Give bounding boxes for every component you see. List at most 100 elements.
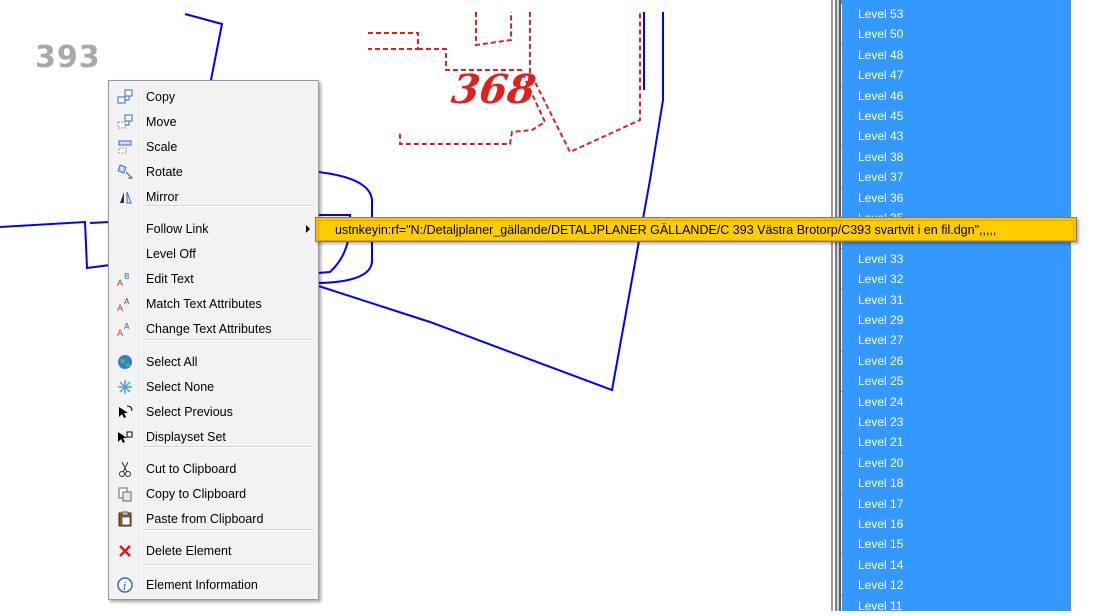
level-item[interactable]: Level 25 <box>841 371 1071 392</box>
level-item[interactable]: Level 21 <box>841 432 1071 453</box>
level-item[interactable]: Level 45 <box>841 106 1071 126</box>
level-item[interactable]: Level 20 <box>841 452 1071 473</box>
menu-item-copy-to-clipboard[interactable]: Copy to Clipboard <box>111 482 316 506</box>
menu-item-select-all[interactable]: Select All <box>111 350 316 374</box>
menu-separator <box>143 529 314 531</box>
menu-item-label: Copy to Clipboard <box>146 487 247 501</box>
menu-item-label: Follow Link <box>146 222 209 236</box>
level-item[interactable]: Level 12 <box>841 575 1071 596</box>
paste-icon <box>116 510 134 528</box>
globe-icon <box>116 353 134 371</box>
menu-item-scale[interactable]: Scale <box>111 135 316 159</box>
scissors-icon <box>116 460 134 478</box>
menu-separator <box>143 446 314 448</box>
level-list[interactable]: Level 53 Level 50 Level 48 Level 47 Level 46… <box>841 0 1071 616</box>
svg-text:A: A <box>117 279 124 288</box>
dashed-boundary <box>368 32 419 50</box>
menu-item-edit-text[interactable]: A B Edit Text <box>111 267 316 291</box>
svg-text:A: A <box>124 322 130 331</box>
dashed-boundary <box>529 12 641 154</box>
level-item[interactable]: Level 43 <box>841 126 1071 147</box>
parcel-line <box>0 220 111 270</box>
menu-item-element-information[interactable]: i Element Information <box>111 573 316 597</box>
menu-separator <box>143 205 314 207</box>
svg-text:B: B <box>124 272 130 281</box>
menu-item-label: Copy <box>146 90 176 104</box>
menu-item-follow-link[interactable]: Follow Link <box>111 217 316 241</box>
match-text-attributes-icon: AA <box>116 295 134 314</box>
menu-item-label: Select None <box>146 380 215 394</box>
clipboard-copy-icon <box>116 485 134 503</box>
move-icon <box>116 113 134 131</box>
context-menu[interactable]: Copy Move Scale Rotate Mirror Follow Link Leve… <box>108 80 319 600</box>
follow-link-submenu[interactable]: ustnkeyin:rf="N:/Detaljplaner_gällande/D… <box>315 217 1077 242</box>
menu-item-label: Cut to Clipboard <box>146 462 237 476</box>
menu-item-move[interactable]: Move <box>111 110 316 134</box>
level-list-panel[interactable]: Level 53 Level 50 Level 48 Level 47 Level 46… <box>831 0 1071 616</box>
level-item[interactable]: Level 31 <box>841 289 1071 310</box>
level-item[interactable]: Level 37 <box>841 167 1071 188</box>
level-item[interactable]: Level 26 <box>841 350 1071 371</box>
menu-item-select-none[interactable]: Select None <box>111 375 316 399</box>
menu-item-match-text-attributes[interactable]: A A Match Text Attributes <box>111 292 316 316</box>
level-item[interactable]: Level 38 <box>841 146 1071 167</box>
menu-item-label: Delete Element <box>146 544 232 558</box>
menu-item-label: Match Text Attributes <box>146 297 262 311</box>
sparkle-icon <box>116 378 134 396</box>
level-item[interactable]: Level 24 <box>841 391 1071 412</box>
menu-item-label: Mirror <box>146 190 179 204</box>
level-item[interactable]: Level 15 <box>841 534 1071 555</box>
select-previous-icon <box>116 403 134 421</box>
svg-text:A: A <box>117 304 124 313</box>
level-item[interactable]: Level 50 <box>841 24 1071 45</box>
level-item[interactable]: Level 47 <box>841 65 1071 86</box>
level-item[interactable]: Level 46 <box>841 85 1071 106</box>
menu-item-level-off[interactable]: Level Off <box>111 242 316 266</box>
menu-item-label: Paste from Clipboard <box>146 512 264 526</box>
change-text-attributes-icon: AA <box>116 320 134 339</box>
menu-item-label: Select Previous <box>146 405 233 419</box>
edit-text-icon: AB <box>116 270 134 289</box>
level-item[interactable]: Level 33 <box>841 248 1071 269</box>
menu-item-label: Scale <box>146 140 178 154</box>
menu-item-label: Select All <box>146 355 198 369</box>
svg-text:A: A <box>124 297 130 306</box>
mirror-icon <box>116 188 134 206</box>
menu-item-delete-element[interactable]: Delete Element <box>111 539 316 563</box>
level-item[interactable]: Level 53 <box>841 4 1071 24</box>
level-item[interactable]: Level 36 <box>841 187 1071 208</box>
level-item[interactable]: Level 29 <box>841 310 1071 330</box>
menu-separator <box>143 564 314 566</box>
submenu-arrow-icon <box>306 225 310 233</box>
menu-item-copy[interactable]: Copy <box>111 85 316 109</box>
menu-item-select-previous[interactable]: Select Previous <box>111 400 316 424</box>
svg-text:i: i <box>123 580 127 593</box>
level-item[interactable]: Level 32 <box>841 269 1071 290</box>
delete-x-icon <box>116 542 134 560</box>
copy-icon <box>116 88 134 106</box>
level-item[interactable]: Level 48 <box>841 44 1071 65</box>
info-icon: i <box>116 576 134 594</box>
level-item[interactable]: Level 23 <box>841 412 1071 432</box>
menu-item-cut-to-clipboard[interactable]: Cut to Clipboard <box>111 457 316 481</box>
menu-item-label: Rotate <box>146 165 183 179</box>
menu-item-label: Change Text Attributes <box>146 322 272 336</box>
menu-item-paste-from-clipboard[interactable]: Paste from Clipboard <box>111 507 316 531</box>
panel-splitter[interactable] <box>831 0 841 611</box>
level-item[interactable]: Level 18 <box>841 473 1071 494</box>
scale-icon <box>116 138 134 156</box>
level-item[interactable]: Level 14 <box>841 554 1071 575</box>
level-item[interactable]: Level 27 <box>841 330 1071 351</box>
level-item[interactable]: Level 11 <box>841 595 1071 616</box>
plan-number-label: 368 <box>448 66 539 113</box>
menu-item-label: Displayset Set <box>146 430 226 444</box>
level-item[interactable]: Level 16 <box>841 514 1071 534</box>
menu-item-label: Edit Text <box>146 272 194 286</box>
menu-item-label: Element Information <box>146 578 258 592</box>
menu-item-rotate[interactable]: Rotate <box>111 160 316 184</box>
level-item[interactable]: Level 17 <box>841 493 1071 514</box>
follow-link-submenu-item[interactable]: ustnkeyin:rf="N:/Detaljplaner_gällande/D… <box>318 220 1074 241</box>
sheet-label: 393 <box>35 40 101 75</box>
dashed-boundary <box>475 12 512 47</box>
menu-item-change-text-attributes[interactable]: A A Change Text Attributes <box>111 317 316 341</box>
